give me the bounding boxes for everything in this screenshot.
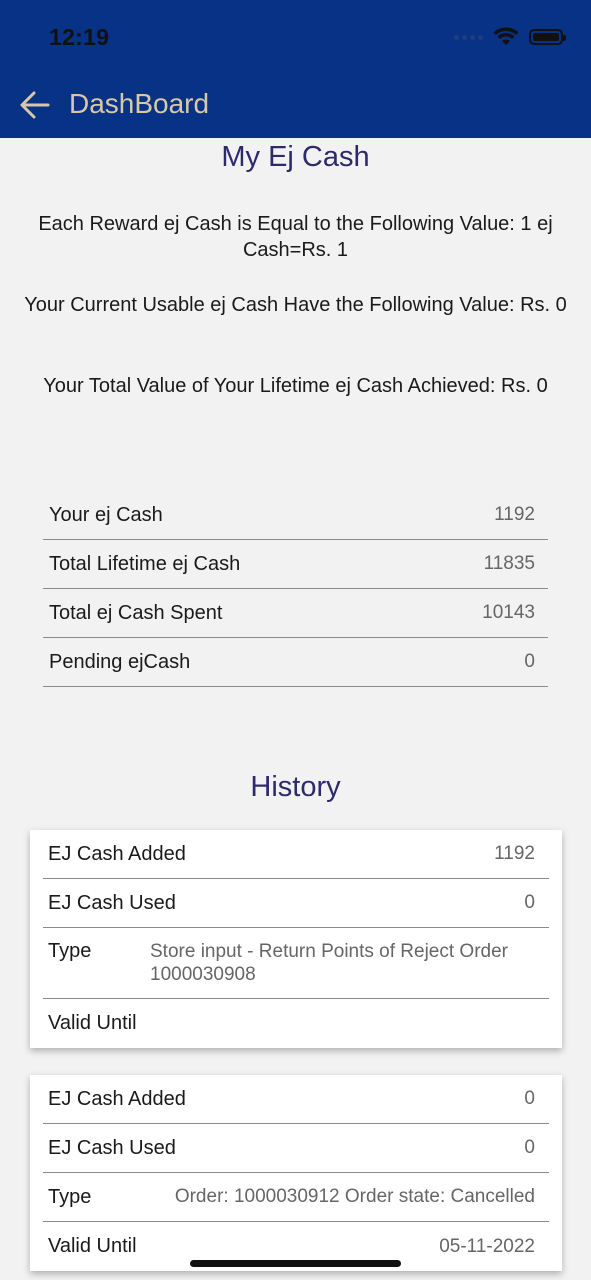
summary-row-your-ej-cash: Your ej Cash 1192 (43, 491, 548, 540)
page-title: My Ej Cash (221, 141, 370, 173)
nav-title: DashBoard (69, 88, 210, 119)
arrow-left-icon (20, 91, 50, 119)
history-title: History (250, 771, 341, 803)
history-value: 0 (524, 1088, 535, 1109)
history-row-type: Type Order: 1000030912 Order state: Canc… (43, 1173, 549, 1222)
history-card: EJ Cash Added 0 EJ Cash Used 0 Type Orde… (30, 1075, 562, 1271)
back-button[interactable] (18, 88, 52, 122)
history-value: Order: 1000030912 Order state: Cancelled (174, 1186, 535, 1207)
history-row-type: Type Store input - Return Points of Reje… (43, 928, 549, 999)
summary-row-lifetime: Total Lifetime ej Cash 11835 (43, 540, 548, 589)
history-label: EJ Cash Added (48, 1087, 186, 1110)
history-value: 0 (524, 1137, 535, 1158)
history-card: EJ Cash Added 1192 EJ Cash Used 0 Type S… (30, 830, 562, 1048)
summary-row-spent: Total ej Cash Spent 10143 (43, 589, 548, 638)
summary-row-pending: Pending ejCash 0 (43, 638, 548, 687)
history-row-added: EJ Cash Added 0 (43, 1075, 549, 1124)
app-header: 12:19 DashBoard (0, 0, 591, 138)
summary-value: 1192 (494, 504, 535, 525)
info-reward-value: Each Reward ej Cash is Equal to the Foll… (38, 213, 553, 261)
history-label: EJ Cash Added (48, 842, 186, 865)
info-lifetime-value: Your Total Value of Your Lifetime ej Cas… (43, 375, 548, 397)
home-indicator[interactable] (190, 1260, 401, 1267)
history-row-used: EJ Cash Used 0 (43, 879, 549, 928)
summary-value: 11835 (483, 553, 535, 574)
signal-icon (454, 34, 483, 40)
summary-label: Total Lifetime ej Cash (49, 552, 241, 575)
battery-icon (529, 29, 566, 45)
summary-label: Pending ejCash (49, 650, 191, 673)
status-time: 12:19 (49, 24, 110, 50)
history-value: 1192 (494, 843, 535, 864)
wifi-icon (493, 27, 519, 45)
summary-value: 0 (524, 651, 535, 672)
summary-label: Your ej Cash (49, 503, 163, 526)
summary-label: Total ej Cash Spent (49, 601, 223, 624)
summary-value: 10143 (482, 602, 535, 623)
history-value: Store input - Return Points of Reject Or… (150, 941, 508, 985)
history-value: 0 (524, 892, 535, 913)
history-value: 05-11-2022 (439, 1235, 535, 1257)
status-icons (454, 26, 566, 48)
history-label: Valid Until (48, 1012, 137, 1034)
history-row-valid-until: Valid Until (43, 999, 549, 1048)
history-row-added: EJ Cash Added 1192 (43, 830, 549, 879)
history-label: Type (48, 940, 92, 962)
history-label: Valid Until (48, 1235, 137, 1257)
summary-table: Your ej Cash 1192 Total Lifetime ej Cash… (43, 491, 548, 687)
history-label: Type (48, 1185, 92, 1208)
history-label: EJ Cash Used (48, 1136, 176, 1159)
history-row-used: EJ Cash Used 0 (43, 1124, 549, 1173)
history-label: EJ Cash Used (48, 891, 176, 914)
info-usable-value: Your Current Usable ej Cash Have the Fol… (24, 294, 567, 316)
